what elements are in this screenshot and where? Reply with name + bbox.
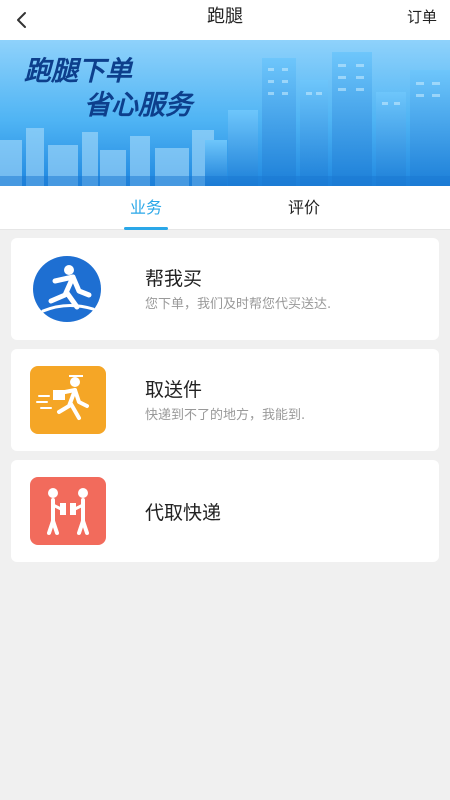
courier-icon [29, 366, 107, 434]
service-card-pickup-delivery[interactable]: 取送件 快递到不了的地方，我能到. [11, 349, 439, 451]
running-person-icon [29, 255, 107, 323]
orders-button[interactable]: 订单 [407, 0, 437, 34]
promo-banner: 跑腿下单 省心服务 [0, 40, 450, 186]
tab-business[interactable]: 业务 [120, 186, 172, 230]
tab-bar: 业务 评价 [0, 186, 450, 230]
banner-line-2: 省心服务 [84, 90, 196, 121]
service-card-parcel-pickup[interactable]: 代取快递 [11, 460, 439, 562]
service-title: 代取快递 [145, 502, 222, 524]
page-title: 跑腿 [207, 6, 243, 27]
service-card-buy[interactable]: 帮我买 您下单，我们及时帮您代买送达. [11, 238, 439, 340]
service-title: 取送件 [145, 379, 203, 401]
service-description: 快递到不了的地方，我能到. [145, 408, 306, 423]
app-header: 跑腿 订单 [0, 0, 450, 40]
service-description: 您下单，我们及时帮您代买送达. [145, 297, 332, 312]
tab-reviews[interactable]: 评价 [278, 186, 330, 230]
banner-line-1: 跑腿下单 [24, 56, 134, 87]
service-title: 帮我买 [145, 268, 203, 290]
package-handoff-icon [29, 477, 107, 545]
active-tab-indicator [124, 227, 168, 230]
